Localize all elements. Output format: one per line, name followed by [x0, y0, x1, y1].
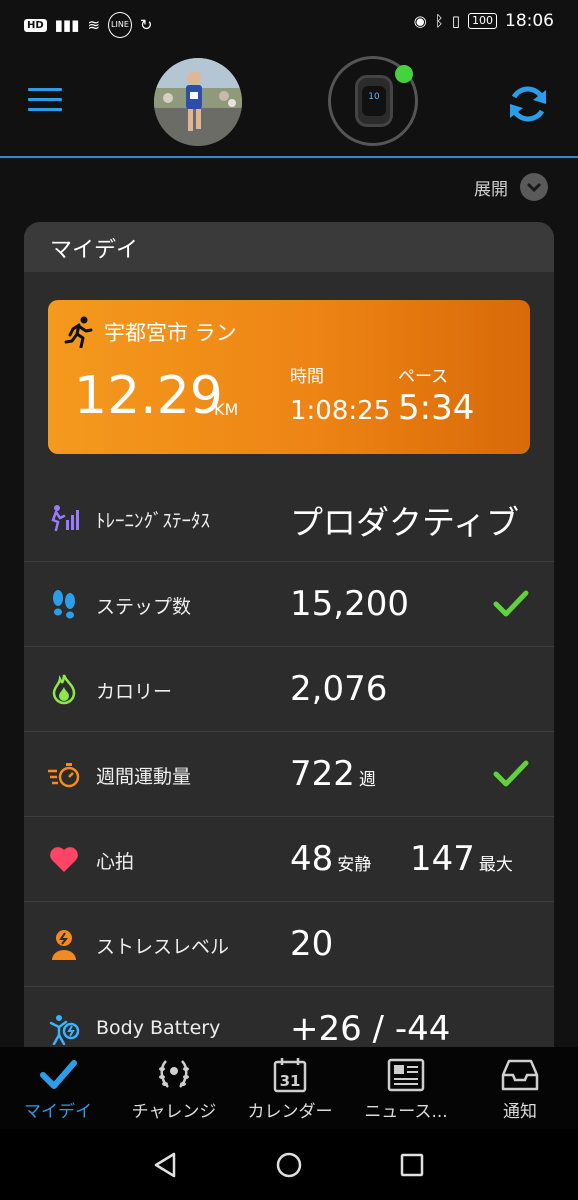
heart-icon: [50, 847, 78, 872]
calendar-day: 31: [280, 1072, 301, 1090]
body-battery-icon: [49, 1015, 80, 1045]
recents-icon[interactable]: [398, 1151, 426, 1179]
training-status-label: ﾄﾚｰﾆﾝｸﾞｽﾃｰﾀｽ: [96, 510, 211, 532]
training-status-row[interactable]: ﾄﾚｰﾆﾝｸﾞｽﾃｰﾀｽ プロダクティブ: [24, 476, 554, 561]
inbox-icon: [501, 1059, 539, 1091]
intensity-minutes-value: 722: [290, 754, 355, 794]
signal-icon: ▮▮▮: [54, 16, 80, 34]
wifi-icon: ≋: [87, 16, 101, 34]
footprints-icon: [53, 590, 75, 619]
goal-check-icon: [493, 760, 529, 787]
card-title: マイデイ: [24, 222, 554, 272]
checkmark-icon: [40, 1060, 77, 1089]
activity-time-value: 1:08:25: [290, 396, 391, 426]
resting-hr-unit: 安静: [337, 855, 372, 875]
expand-button[interactable]: 展開: [474, 173, 548, 201]
calories-value: 2,076: [290, 669, 388, 709]
nav-inbox[interactable]: 通知: [462, 1057, 578, 1127]
my-day-card: マイデイ 宇都宮市 ラン 12.29 KM 時間 1:08:25 ペース 5:3…: [24, 222, 554, 1062]
activity-time-label: 時間: [290, 367, 324, 387]
training-status-value: プロダクティブ: [290, 503, 520, 542]
battery-indicator: 100: [468, 13, 497, 29]
resting-hr-value: 48: [290, 839, 334, 879]
nav-inbox-label: 通知: [503, 1102, 537, 1122]
profile-avatar[interactable]: [154, 58, 242, 146]
intensity-minutes-label: 週間運動量: [96, 766, 192, 788]
max-hr-unit: 最大: [478, 855, 513, 875]
system-navigation-bar: [0, 1129, 578, 1200]
status-right: ◉ ᛒ ▯ 100 18:06: [414, 11, 554, 31]
line-app-icon: LINE: [108, 12, 132, 38]
eye-comfort-icon: ◉: [413, 12, 427, 30]
resting-hr-group: 48 安静: [290, 839, 371, 879]
stress-icon: [52, 930, 76, 960]
nav-challenges-label: チャレンジ: [131, 1102, 217, 1122]
activity-distance: 12.29: [74, 366, 223, 426]
running-icon: [64, 316, 93, 348]
heart-rate-row[interactable]: 心拍 48 安静 147 最大: [24, 816, 554, 901]
activity-pace-label: ペース: [398, 367, 449, 387]
bluetooth-icon: ᛒ: [434, 12, 444, 30]
back-icon[interactable]: [152, 1151, 180, 1179]
stopwatch-icon: [48, 763, 80, 788]
laurel-icon: [159, 1060, 189, 1088]
avatar-photo: [154, 58, 242, 146]
metrics-list: ﾄﾚｰﾆﾝｸﾞｽﾃｰﾀｽ プロダクティブ ステップ数 15,200 カロリー 2…: [24, 476, 554, 1062]
nav-calendar-label: カレンダー: [247, 1102, 333, 1122]
status-bar: HD ▮▮▮ ≋ LINE ↻ ◉ ᛒ ▯ 100 18:06: [0, 0, 578, 44]
nav-my-day-label: マイデイ: [24, 1102, 92, 1122]
watch-face: 10: [362, 86, 386, 116]
activity-pace-value: 5:34: [398, 388, 475, 428]
calories-row[interactable]: カロリー 2,076: [24, 646, 554, 731]
sync-icon[interactable]: [504, 80, 552, 128]
expand-label: 展開: [474, 179, 508, 200]
nav-newsfeed[interactable]: ニュース...: [348, 1057, 464, 1127]
vibrate-icon: ▯: [451, 12, 460, 30]
chevron-down-icon: [520, 173, 548, 201]
max-hr-group: 147 最大: [410, 839, 513, 879]
intensity-minutes-value-group: 722 週: [290, 754, 376, 794]
app-header: 10: [0, 44, 578, 158]
training-status-icon: [51, 505, 79, 532]
home-icon[interactable]: [275, 1151, 303, 1179]
intensity-minutes-unit: 週: [358, 770, 376, 790]
steps-value: 15,200: [290, 584, 409, 624]
stress-row[interactable]: ストレスレベル 20: [24, 901, 554, 986]
nav-newsfeed-label: ニュース...: [364, 1102, 448, 1122]
heart-rate-label: 心拍: [96, 851, 135, 873]
flame-icon: [52, 674, 76, 705]
nav-my-day[interactable]: マイデイ: [0, 1057, 116, 1127]
max-hr-value: 147: [410, 839, 475, 879]
body-battery-value: +26 / -44: [290, 1009, 451, 1049]
sync-status-icon: ↻: [139, 16, 153, 34]
calories-label: カロリー: [96, 681, 173, 703]
intensity-minutes-row[interactable]: 週間運動量 722 週: [24, 731, 554, 816]
status-left: HD ▮▮▮ ≋ LINE ↻: [24, 12, 152, 38]
hamburger-menu-icon[interactable]: [28, 88, 62, 116]
clock: 18:06: [505, 11, 554, 31]
device-connected-indicator: [395, 65, 413, 83]
steps-row[interactable]: ステップ数 15,200: [24, 561, 554, 646]
nav-calendar[interactable]: 31 カレンダー: [232, 1057, 348, 1127]
watch-icon: 10: [355, 75, 393, 127]
stress-label: ストレスレベル: [96, 936, 230, 958]
nav-challenges[interactable]: チャレンジ: [116, 1057, 232, 1127]
hd-badge: HD: [24, 18, 47, 32]
steps-label: ステップ数: [96, 596, 192, 618]
body-battery-label: Body Battery: [96, 1017, 221, 1039]
activity-title: 宇都宮市 ラン: [64, 316, 237, 348]
goal-check-icon: [493, 590, 529, 617]
calendar-icon: 31: [273, 1058, 307, 1093]
activity-distance-unit: KM: [214, 400, 239, 419]
activity-card[interactable]: 宇都宮市 ラン 12.29 KM 時間 1:08:25 ペース 5:34: [48, 300, 530, 454]
device-status-button[interactable]: 10: [328, 56, 418, 146]
stress-value: 20: [290, 924, 334, 964]
bottom-navigation: マイデイ チャレンジ 31 カレンダー ニュース... 通知: [0, 1047, 578, 1129]
newsfeed-icon: [387, 1058, 425, 1092]
activity-name: 宇都宮市 ラン: [104, 321, 237, 345]
